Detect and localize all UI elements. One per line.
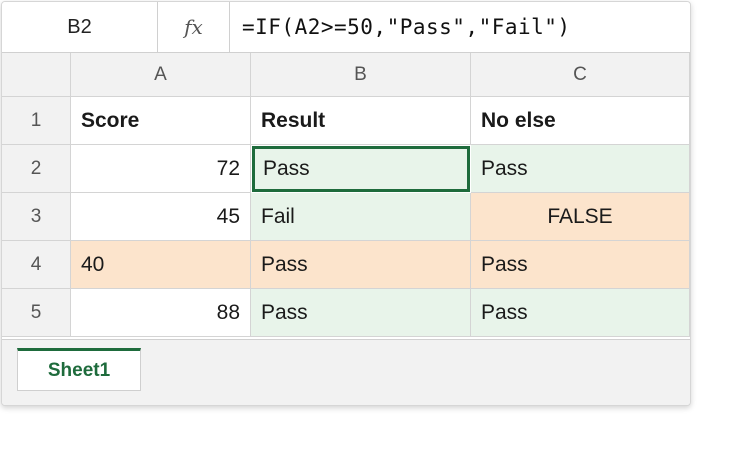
cell-a4[interactable]: 40 <box>71 241 251 289</box>
cell-c4[interactable]: Pass <box>471 241 690 289</box>
cell-a5[interactable]: 88 <box>71 289 251 337</box>
cell-c2[interactable]: Pass <box>471 145 690 193</box>
cell-c1[interactable]: No else <box>471 97 690 145</box>
name-box[interactable]: B2 <box>2 2 158 52</box>
formula-bar: B2 fx =IF(A2>=50,"Pass","Fail") <box>2 2 690 53</box>
row-header-2[interactable]: 2 <box>2 145 71 193</box>
cell-a3[interactable]: 45 <box>71 193 251 241</box>
cell-c3[interactable]: FALSE <box>471 193 690 241</box>
cell-b3[interactable]: Fail <box>251 193 471 241</box>
formula-input[interactable]: =IF(A2>=50,"Pass","Fail") <box>242 2 571 52</box>
column-header-a[interactable]: A <box>71 53 251 97</box>
column-header-c[interactable]: C <box>471 53 690 97</box>
sheet-tab-sheet1[interactable]: Sheet1 <box>17 348 141 391</box>
sheet-tab-bar: Sheet1 <box>2 339 690 405</box>
cell-b2-selected[interactable]: Pass <box>252 146 470 192</box>
row-header-4[interactable]: 4 <box>2 241 71 289</box>
row-header-1[interactable]: 1 <box>2 97 71 145</box>
cell-b1[interactable]: Result <box>251 97 471 145</box>
fx-icon[interactable]: fx <box>158 2 230 52</box>
cell-b4[interactable]: Pass <box>251 241 471 289</box>
cell-c5[interactable]: Pass <box>471 289 690 337</box>
row-header-3[interactable]: 3 <box>2 193 71 241</box>
cell-a2[interactable]: 72 <box>71 145 251 193</box>
cell-a1[interactable]: Score <box>71 97 251 145</box>
spreadsheet-window: B2 fx =IF(A2>=50,"Pass","Fail") A B C 1 … <box>1 1 691 406</box>
column-header-b[interactable]: B <box>251 53 471 97</box>
row-header-5[interactable]: 5 <box>2 289 71 337</box>
select-all-corner[interactable] <box>2 53 71 97</box>
cell-b5[interactable]: Pass <box>251 289 471 337</box>
